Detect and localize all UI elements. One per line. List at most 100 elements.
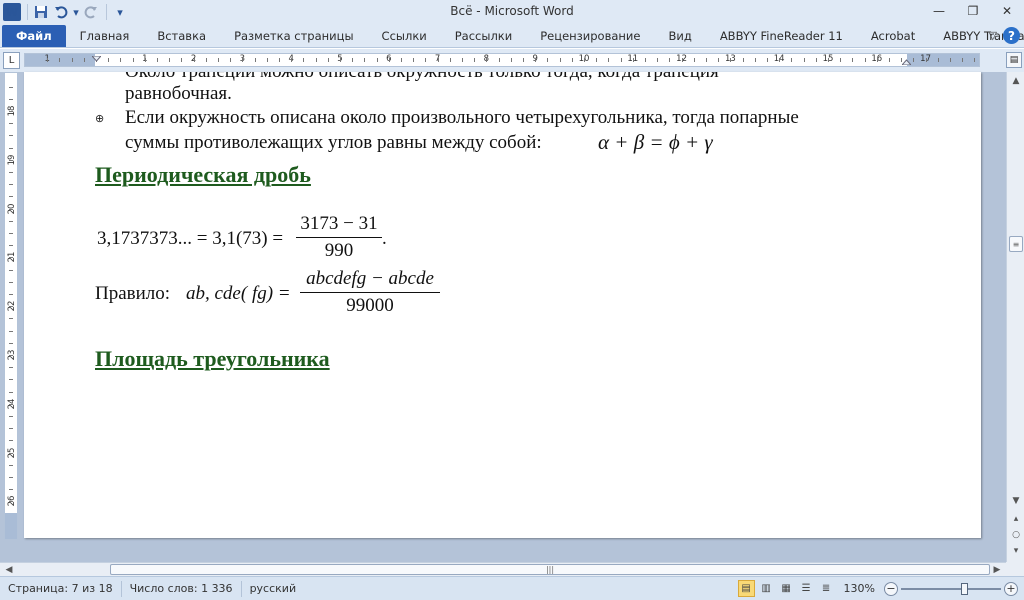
- tab-insert[interactable]: Вставка: [143, 24, 220, 48]
- ruler-tick: [9, 403, 13, 405]
- zoom-in-icon[interactable]: +: [1004, 581, 1018, 596]
- ruler-tick: [9, 306, 13, 308]
- paragraph-line-cut: Около трапеции можно описать окружность …: [125, 72, 719, 83]
- redo-icon[interactable]: [82, 3, 100, 21]
- close-icon[interactable]: ✕: [990, 0, 1024, 22]
- ruler-tick: [47, 58, 49, 62]
- scroll-left-icon[interactable]: ◀: [2, 563, 16, 576]
- next-page-icon[interactable]: ▾: [1009, 544, 1023, 558]
- ruler-tick: [706, 58, 707, 62]
- tab-references[interactable]: Ссылки: [368, 24, 441, 48]
- status-page-number[interactable]: Страница: 7 из 18: [0, 580, 122, 597]
- ruler-tick: [388, 58, 390, 62]
- restore-icon[interactable]: ❐: [956, 0, 990, 22]
- fraction-bar: [300, 292, 440, 293]
- ruler-tick: [925, 58, 927, 62]
- tab-acrobat[interactable]: Acrobat: [857, 24, 929, 48]
- ruler-tick: [9, 318, 13, 320]
- tab-page-layout[interactable]: Разметка страницы: [220, 24, 367, 48]
- undo-icon[interactable]: [52, 3, 70, 21]
- undo-dropdown-icon[interactable]: ▾: [72, 3, 80, 21]
- left-indent-marker-icon[interactable]: [92, 56, 101, 65]
- paragraph-line: равнобочная.: [125, 83, 232, 104]
- scroll-down-icon[interactable]: ▼: [1009, 494, 1023, 508]
- zoom-slider-thumb[interactable]: [961, 582, 968, 595]
- scroll-right-icon[interactable]: ▶: [990, 563, 1004, 576]
- vertical-scrollbar[interactable]: ▲ ≡ ▼ ▴ ○ ▾: [1006, 72, 1024, 562]
- view-ruler-icon[interactable]: ▤: [1006, 52, 1022, 68]
- ruler-tick: [9, 355, 13, 356]
- tab-home[interactable]: Главная: [66, 24, 144, 48]
- previous-page-icon[interactable]: ▴: [1009, 512, 1023, 526]
- ruler-tick: [559, 58, 561, 62]
- ruler-tick: [205, 58, 207, 62]
- ruler-tick: [9, 342, 13, 344]
- ruler-tick: [974, 58, 976, 62]
- fraction-bar: [296, 237, 382, 238]
- ruler-tick: [120, 58, 122, 62]
- horizontal-scrollbar[interactable]: ◀ ||| ▶: [0, 562, 1006, 576]
- tab-view[interactable]: Вид: [654, 24, 705, 48]
- ruler-tick: [547, 58, 549, 62]
- print-layout-view-icon[interactable]: ▤: [737, 580, 755, 597]
- ribbon-minimize-chevron-icon[interactable]: ▽: [989, 29, 997, 42]
- ruler-tick: [693, 58, 695, 62]
- web-layout-view-icon[interactable]: ▦: [778, 580, 795, 597]
- tab-stop-selector[interactable]: L: [3, 52, 20, 69]
- minimize-icon[interactable]: —: [922, 0, 956, 22]
- ruler-tick: [9, 489, 13, 491]
- ruler-tick: [889, 58, 890, 62]
- ruler-tick: [9, 367, 13, 369]
- ruler-tick: [9, 428, 13, 430]
- right-indent-marker-icon[interactable]: [902, 56, 911, 65]
- status-bar: Страница: 7 из 18 Число слов: 1 336 русс…: [0, 576, 1024, 600]
- status-word-count[interactable]: Число слов: 1 336: [122, 580, 242, 597]
- customize-icon[interactable]: ▾: [111, 3, 129, 21]
- ruler-tick: [718, 58, 720, 62]
- tab-mailings[interactable]: Рассылки: [441, 24, 526, 48]
- ruler-tick: [9, 86, 13, 88]
- rule-label: Правило:: [95, 283, 171, 304]
- ruler-tick: [230, 58, 232, 62]
- ruler-tick: [669, 58, 671, 62]
- zoom-slider-track: [901, 587, 1001, 590]
- ruler-tick: [425, 58, 427, 62]
- ruler-tick: [376, 58, 378, 62]
- ruler-tick: [303, 58, 305, 62]
- zoom-slider[interactable]: [901, 582, 1001, 596]
- ribbon-right-controls: ▽ ?: [989, 27, 1020, 44]
- full-screen-reading-view-icon[interactable]: ▥: [758, 580, 775, 597]
- ruler-tick: [169, 58, 171, 62]
- status-language[interactable]: русский: [242, 581, 305, 597]
- tab-file[interactable]: Файл: [2, 24, 66, 47]
- bullet-icon: ⊕: [95, 113, 105, 125]
- ruler-tick: [218, 58, 219, 62]
- ruler-tick: [754, 58, 756, 62]
- ruler-tick: [9, 172, 13, 173]
- scroll-up-icon[interactable]: ▲: [1009, 74, 1023, 88]
- zoom-out-icon[interactable]: −: [884, 581, 898, 596]
- ruler-tick: [620, 58, 622, 62]
- zoom-level[interactable]: 130%: [844, 582, 875, 595]
- vertical-scroll-thumb[interactable]: ≡: [1009, 236, 1023, 252]
- ruler-margin-right: [907, 54, 979, 66]
- ruler-tick: [9, 184, 13, 186]
- draft-view-icon[interactable]: ≣: [818, 580, 835, 597]
- ruler-tick: [108, 58, 110, 62]
- outline-view-icon[interactable]: ☰: [798, 580, 815, 597]
- ruler-tick: [9, 440, 13, 442]
- tab-abbyy-finereader[interactable]: ABBYY FineReader 11: [706, 24, 857, 48]
- help-icon[interactable]: ?: [1003, 27, 1020, 44]
- word-app-icon[interactable]: W: [3, 3, 21, 21]
- document-page[interactable]: • Около трапеции можно описать окружност…: [24, 72, 981, 538]
- vertical-ruler[interactable]: 18192021222324252627: [4, 72, 18, 540]
- ruler-tick: [9, 477, 13, 478]
- ruler-tick: [913, 58, 915, 62]
- horizontal-scroll-thumb[interactable]: |||: [110, 564, 990, 575]
- select-browse-object-icon[interactable]: ○: [1009, 528, 1023, 542]
- save-icon[interactable]: [32, 3, 50, 21]
- horizontal-ruler[interactable]: 11234567891011121314151617: [24, 53, 980, 67]
- scroll-corner: [1006, 562, 1024, 576]
- tab-review[interactable]: Рецензирование: [526, 24, 654, 48]
- ruler-tick: [83, 58, 85, 62]
